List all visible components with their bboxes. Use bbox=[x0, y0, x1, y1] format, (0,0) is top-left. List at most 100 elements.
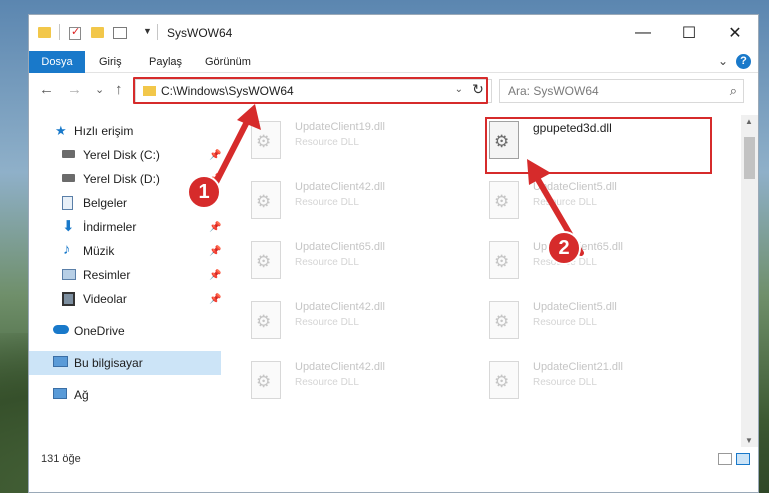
pin-icon[interactable]: 📌 bbox=[209, 270, 221, 281]
toolbar-divider bbox=[59, 24, 60, 40]
sidebar-item-label: Bu bilgisayar bbox=[74, 356, 143, 370]
ribbon-tabs: Dosya Giriş Paylaş Görünüm ⌄ ? bbox=[29, 51, 758, 73]
documents-icon bbox=[62, 196, 73, 210]
sidebar-item-label: Müzik bbox=[83, 244, 115, 258]
rename-icon[interactable] bbox=[113, 27, 127, 39]
drive-icon bbox=[62, 150, 75, 158]
cloud-icon bbox=[53, 325, 69, 334]
dll-file-icon bbox=[251, 301, 281, 339]
tab-giris[interactable]: Giriş bbox=[91, 51, 130, 73]
toolbar-divider bbox=[157, 24, 158, 40]
file-type: Resource DLL bbox=[533, 317, 597, 328]
tab-gorunum[interactable]: Görünüm bbox=[197, 51, 259, 73]
pin-icon[interactable]: 📌 bbox=[209, 222, 221, 233]
sidebar-item-resimler[interactable]: Resimler 📌 bbox=[29, 263, 229, 287]
sidebar-item-muzik[interactable]: ♪ Müzik 📌 bbox=[29, 239, 229, 263]
search-input[interactable]: Ara: SysWOW64 bbox=[508, 84, 599, 98]
refresh-button[interactable]: ↻ bbox=[467, 81, 489, 101]
sidebar-item-videolar[interactable]: Videolar 📌 bbox=[29, 287, 229, 311]
file-name: UpdateClient5.dll bbox=[533, 301, 617, 313]
tab-paylas[interactable]: Paylaş bbox=[141, 51, 190, 73]
search-box[interactable]: Ara: SysWOW64 ⌕ bbox=[499, 79, 744, 103]
large-icons-view-icon[interactable] bbox=[736, 453, 750, 465]
sidebar-item-label: Resimler bbox=[83, 268, 131, 282]
dll-file-icon bbox=[251, 241, 281, 279]
file-item[interactable]: UpdateClient42.dll Resource DLL bbox=[229, 359, 449, 405]
dll-file-icon bbox=[489, 241, 519, 279]
sidebar-item-indirmeler[interactable]: ⬇ İndirmeler 📌 bbox=[29, 215, 229, 239]
callout-badge-2: 2 bbox=[547, 231, 581, 265]
file-type: Resource DLL bbox=[295, 257, 359, 268]
details-view-icon[interactable] bbox=[718, 453, 732, 465]
dll-file-icon bbox=[489, 181, 519, 219]
recent-locations-button[interactable]: ⌄ bbox=[95, 83, 104, 96]
drive-icon bbox=[62, 174, 75, 182]
callout-badge-1: 1 bbox=[187, 175, 221, 209]
sidebar-item-label: Hızlı erişim bbox=[74, 124, 134, 138]
file-name: UpdateClient42.dll bbox=[295, 361, 385, 373]
file-name: UpdateClient65.dll bbox=[295, 241, 385, 253]
scroll-up-icon[interactable]: ▲ bbox=[745, 117, 753, 126]
file-name: UpdateClient42.dll bbox=[295, 301, 385, 313]
sidebar-item-this-pc[interactable]: Bu bilgisayar bbox=[29, 351, 221, 375]
status-bar: 131 öğe bbox=[29, 447, 758, 473]
maximize-button[interactable]: ☐ bbox=[666, 15, 712, 51]
item-count: 131 öğe bbox=[41, 453, 81, 465]
dll-file-icon bbox=[489, 361, 519, 399]
downloads-icon: ⬇ bbox=[62, 218, 75, 235]
scroll-down-icon[interactable]: ▼ bbox=[745, 436, 753, 445]
file-item[interactable]: UpdateClient65.dll Resource DLL bbox=[229, 239, 449, 285]
title-bar: ▼ SysWOW64 — ☐ ✕ bbox=[29, 15, 758, 51]
back-button[interactable]: ← bbox=[39, 81, 54, 98]
dll-file-icon bbox=[251, 361, 281, 399]
quick-access-dropdown-icon[interactable]: ▼ bbox=[143, 26, 152, 36]
new-folder-icon[interactable] bbox=[91, 27, 104, 38]
sidebar-item-label: Belgeler bbox=[83, 196, 128, 210]
sidebar-item-label: Yerel Disk (C:) bbox=[83, 148, 160, 162]
help-icon[interactable]: ? bbox=[736, 54, 751, 69]
file-item[interactable]: UpdateClient21.dll Resource DLL bbox=[467, 359, 687, 405]
file-item[interactable]: UpdateClient5.dll Resource DLL bbox=[467, 299, 687, 345]
maximize-icon: ☐ bbox=[681, 25, 697, 42]
sidebar-item-label: İndirmeler bbox=[83, 220, 137, 234]
file-name: UpdateClient19.dll bbox=[295, 121, 385, 133]
pictures-icon bbox=[62, 269, 76, 280]
file-type: Resource DLL bbox=[295, 197, 359, 208]
file-type: Resource DLL bbox=[533, 377, 597, 388]
sidebar-item-onedrive[interactable]: OneDrive bbox=[29, 319, 229, 343]
window-title: SysWOW64 bbox=[167, 26, 233, 40]
address-highlight-box bbox=[133, 77, 488, 104]
close-button[interactable]: ✕ bbox=[712, 15, 758, 51]
close-icon: ✕ bbox=[728, 25, 742, 42]
file-name: UpdateClient21.dll bbox=[533, 361, 623, 373]
file-explorer-window: ▼ SysWOW64 — ☐ ✕ Dosya Giriş Paylaş Görü… bbox=[28, 14, 759, 493]
sidebar-item-label: Videolar bbox=[83, 292, 127, 306]
minimize-icon: — bbox=[635, 24, 651, 41]
videos-icon bbox=[62, 292, 75, 306]
dll-file-icon bbox=[489, 301, 519, 339]
vertical-scrollbar[interactable]: ▲ ▼ bbox=[741, 115, 758, 447]
expand-ribbon-icon[interactable]: ⌄ bbox=[718, 54, 728, 68]
network-icon bbox=[53, 388, 67, 399]
tab-dosya[interactable]: Dosya bbox=[29, 51, 85, 73]
file-type: Resource DLL bbox=[295, 377, 359, 388]
search-icon: ⌕ bbox=[729, 83, 737, 98]
minimize-button[interactable]: — bbox=[620, 15, 666, 51]
up-button[interactable]: ↑ bbox=[115, 81, 123, 98]
file-item[interactable]: UpdateClient42.dll Resource DLL bbox=[229, 299, 449, 345]
sidebar-item-label: OneDrive bbox=[74, 324, 125, 338]
folder-icon[interactable] bbox=[38, 27, 51, 38]
pin-icon[interactable]: 📌 bbox=[209, 294, 221, 305]
sidebar-item-label: Ağ bbox=[74, 388, 89, 402]
properties-check-icon[interactable] bbox=[69, 25, 81, 40]
scroll-thumb[interactable] bbox=[744, 137, 755, 179]
computer-icon bbox=[53, 356, 68, 367]
pin-icon[interactable]: 📌 bbox=[209, 246, 221, 257]
file-type: Resource DLL bbox=[295, 137, 359, 148]
forward-button[interactable]: → bbox=[67, 81, 82, 98]
sidebar-item-label: Yerel Disk (D:) bbox=[83, 172, 160, 186]
star-icon: ★ bbox=[55, 123, 67, 138]
sidebar-item-network[interactable]: Ağ bbox=[29, 383, 229, 407]
file-name: UpdateClient42.dll bbox=[295, 181, 385, 193]
file-type: Resource DLL bbox=[295, 317, 359, 328]
